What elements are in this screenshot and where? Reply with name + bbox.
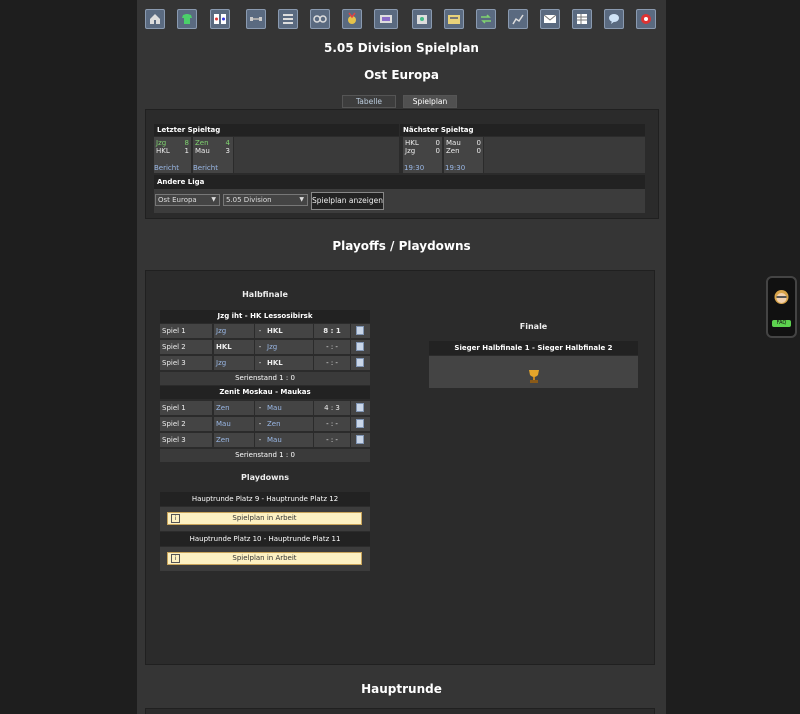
other-league-header: Andere Liga [154,175,645,189]
table-row: Spiel 3 Zen - Mau - : - [160,433,370,448]
table-row: Spiel 2 Mau - Zen - : - [160,417,370,432]
page-title: 5.05 Division Spielplan [324,41,479,55]
logout-icon[interactable] [636,9,656,29]
series-standing: Serienstand 1 : 0 [160,449,370,462]
report-link[interactable]: Bericht [193,164,218,172]
mail-icon[interactable] [540,9,560,29]
playoffs-title: Playoffs / Playdowns [332,239,471,253]
semifinal-title: Halbfinale [242,290,288,299]
last-matchday-header: Letzter Spieltag [154,124,399,136]
info-icon: i [171,514,180,523]
cards-icon[interactable] [210,9,230,29]
match-card: Mau 0 Zen 0 19:30 [444,137,483,173]
training-icon[interactable] [246,9,266,29]
arena-icon[interactable] [374,9,398,29]
series-standing: Serienstand 1 : 0 [160,372,370,385]
division-select[interactable]: 5.05 Division ▼ [223,194,308,206]
playdowns-title: Playdowns [240,473,290,482]
stats-icon[interactable] [508,9,528,29]
document-icon[interactable] [356,358,364,367]
match-time: 19:30 [404,164,425,172]
table-row: Spiel 1 Zen - Mau 4 : 3 [160,401,370,416]
glasses-icon[interactable] [310,9,330,29]
series-title: Zenit Moskau - Maukas [160,386,370,399]
schedule-pending-notice: i Spielplan in Arbeit [167,512,362,525]
region-select[interactable]: Ost Europa ▼ [155,194,220,206]
transfer-icon[interactable] [476,9,496,29]
report-link[interactable]: Bericht [154,164,179,172]
empty-cell [484,137,645,173]
list-icon[interactable] [278,9,298,29]
hauptrunde-panel [145,708,655,714]
info-icon: i [171,554,180,563]
news-icon[interactable] [444,9,464,29]
document-icon[interactable] [356,403,364,412]
trophy-icon [529,370,539,383]
final-title: Finale [519,322,548,331]
document-icon[interactable] [356,342,364,351]
faq-badge: FAQ [772,320,791,327]
table-icon[interactable] [572,9,592,29]
jersey-icon[interactable] [177,9,197,29]
next-matchday-header: Nächster Spieltag [400,124,645,136]
final-match-title: Sieger Halbfinale 1 - Sieger Halbfinale … [429,341,638,355]
home-icon[interactable] [145,9,165,29]
academy-icon[interactable] [412,9,432,29]
playdown-title: Hauptrunde Platz 10 - Hauptrunde Platz 1… [160,532,370,546]
series-title: Jzg iht - HK Lessosibirsk [160,310,370,323]
chat-icon[interactable] [604,9,624,29]
medal-icon[interactable] [342,9,362,29]
table-row: Spiel 3 Jzg - HKL - : - [160,356,370,371]
show-schedule-button[interactable]: Spielplan anzeigen [311,192,384,210]
table-row: Spiel 1 Jzg - HKL 8 : 1 [160,324,370,339]
document-icon[interactable] [356,419,364,428]
final-box [429,356,638,388]
empty-cell [234,137,399,173]
playdown-title: Hauptrunde Platz 9 - Hauptrunde Platz 12 [160,492,370,506]
match-card: HKL 0 Jzg 0 19:30 [403,137,442,173]
document-icon[interactable] [356,435,364,444]
tab-spielplan[interactable]: Spielplan [403,95,457,108]
table-row: Spiel 2 HKL - Jzg - : - [160,340,370,355]
tab-tabelle[interactable]: Tabelle [342,95,396,108]
top-nav [142,7,661,33]
match-card: Zen 4 Mau 3 Bericht [193,137,233,173]
support-phone-widget[interactable]: FAQ [766,276,797,338]
hauptrunde-title: Hauptrunde [361,682,442,696]
match-card: Jzg 8 HKL 1 Bericht [154,137,191,173]
page-subtitle: Ost Europa [364,68,439,82]
avatar-icon [774,290,789,304]
schedule-pending-notice: i Spielplan in Arbeit [167,552,362,565]
match-time: 19:30 [445,164,466,172]
document-icon[interactable] [356,326,364,335]
